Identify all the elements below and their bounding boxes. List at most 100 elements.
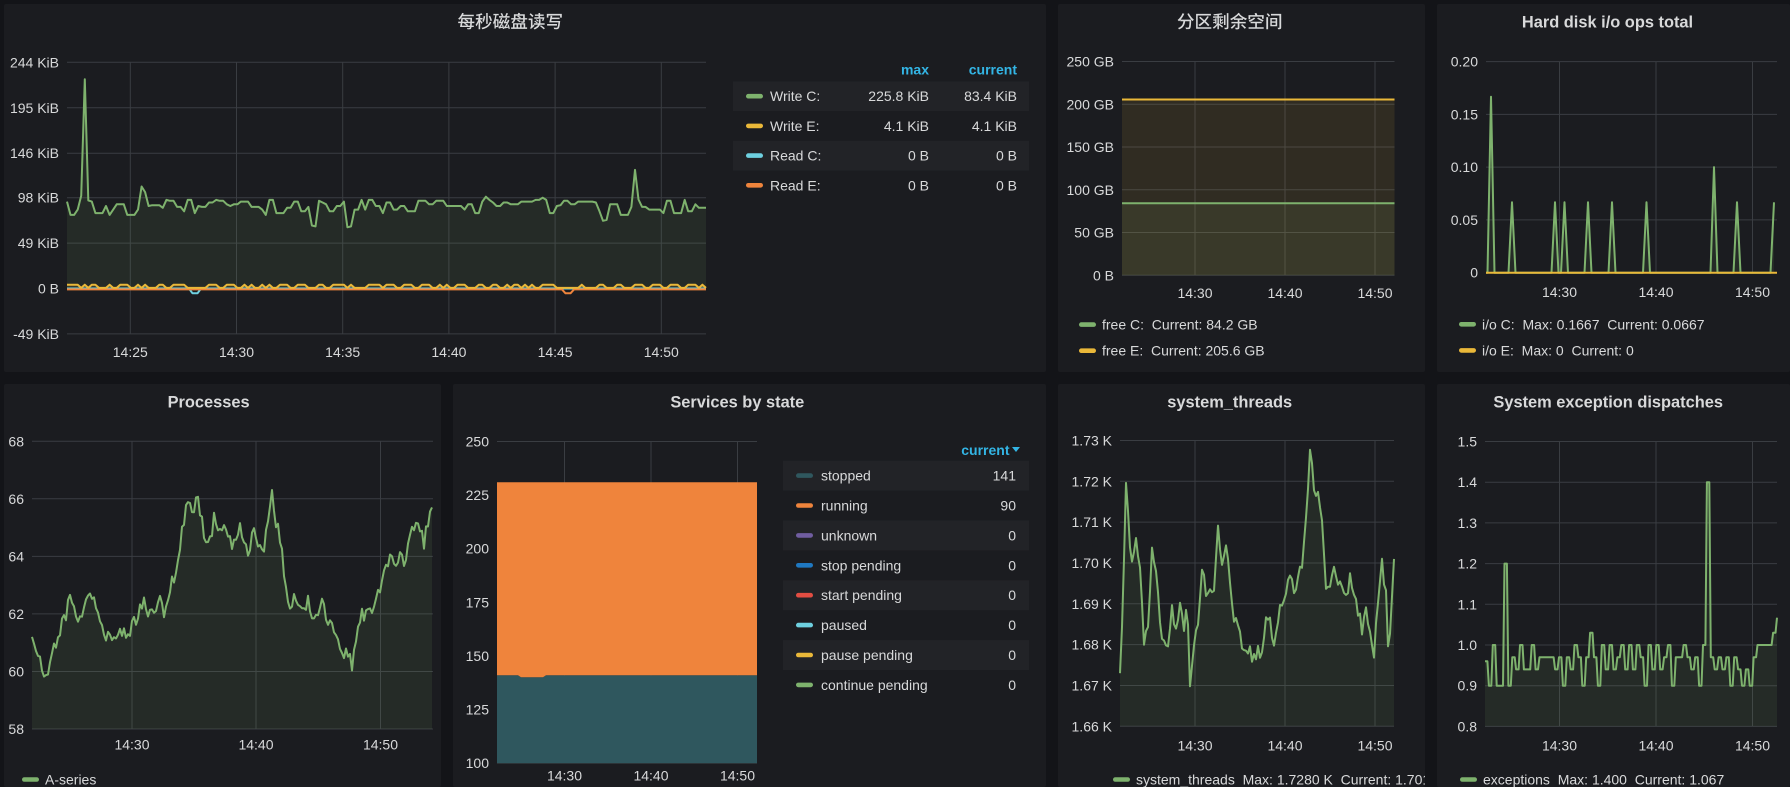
- svg-text:0: 0: [1008, 587, 1016, 603]
- svg-text:max: max: [901, 61, 929, 77]
- svg-text:0: 0: [1008, 557, 1016, 573]
- svg-text:64: 64: [8, 548, 24, 564]
- svg-text:150 GB: 150 GB: [1067, 139, 1114, 155]
- svg-text:225: 225: [466, 487, 490, 503]
- svg-text:195 KiB: 195 KiB: [10, 100, 59, 116]
- svg-text:start pending: start pending: [821, 587, 902, 603]
- svg-text:unknown: unknown: [821, 527, 877, 543]
- svg-text:1.1: 1.1: [1458, 596, 1478, 612]
- svg-text:14:40: 14:40: [431, 344, 466, 360]
- svg-text:stop pending: stop pending: [821, 557, 901, 573]
- svg-text:0.15: 0.15: [1451, 106, 1478, 122]
- svg-text:14:45: 14:45: [538, 344, 573, 360]
- svg-text:14:30: 14:30: [1177, 285, 1212, 301]
- svg-text:Services by state: Services by state: [670, 394, 804, 412]
- svg-text:14:30: 14:30: [114, 737, 149, 753]
- svg-text:Hard disk i/o ops total: Hard disk i/o ops total: [1522, 13, 1693, 31]
- svg-text:141: 141: [993, 468, 1017, 484]
- svg-text:14:50: 14:50: [1357, 285, 1392, 301]
- svg-text:1.68 K: 1.68 K: [1072, 637, 1113, 653]
- svg-text:14:50: 14:50: [1357, 737, 1392, 753]
- svg-text:1.72 K: 1.72 K: [1072, 473, 1113, 489]
- svg-text:58: 58: [8, 721, 24, 737]
- svg-text:14:35: 14:35: [325, 344, 360, 360]
- svg-text:Read C:: Read C:: [770, 148, 821, 164]
- svg-text:0: 0: [1008, 677, 1016, 693]
- svg-text:Write E:: Write E:: [770, 118, 820, 134]
- svg-text:14:25: 14:25: [113, 344, 148, 360]
- svg-text:100 GB: 100 GB: [1067, 182, 1114, 198]
- svg-text:60: 60: [8, 664, 24, 680]
- svg-text:90: 90: [1000, 498, 1016, 514]
- svg-text:1.3: 1.3: [1458, 515, 1478, 531]
- svg-text:Read E:: Read E:: [770, 177, 821, 193]
- svg-text:1.5: 1.5: [1458, 434, 1478, 450]
- svg-text:83.4 KiB: 83.4 KiB: [964, 88, 1017, 104]
- svg-text:68: 68: [8, 433, 24, 449]
- svg-text:free C: Current: 84.2 GB: free C: Current: 84.2 GB: [1102, 317, 1258, 333]
- svg-text:200: 200: [466, 541, 490, 557]
- svg-text:150: 150: [466, 648, 490, 664]
- svg-text:4.1 KiB: 4.1 KiB: [884, 118, 929, 134]
- svg-text:0: 0: [1470, 265, 1478, 281]
- svg-text:0: 0: [1008, 527, 1016, 543]
- svg-text:system_threads Max: 1.7280 K: system_threads Max: 1.7280 K Current: 1.…: [1136, 772, 1452, 787]
- svg-text:14:40: 14:40: [1267, 737, 1302, 753]
- svg-text:125: 125: [466, 702, 490, 718]
- svg-text:1.66 K: 1.66 K: [1072, 718, 1113, 734]
- svg-text:250: 250: [466, 434, 490, 450]
- svg-text:66: 66: [8, 491, 24, 507]
- svg-text:1.73 K: 1.73 K: [1072, 433, 1113, 449]
- svg-text:system_threads: system_threads: [1167, 394, 1292, 412]
- svg-text:14:50: 14:50: [720, 768, 755, 784]
- svg-text:1.69 K: 1.69 K: [1072, 596, 1113, 612]
- svg-text:100: 100: [466, 755, 490, 771]
- svg-text:175: 175: [466, 594, 490, 610]
- svg-text:0: 0: [1008, 617, 1016, 633]
- svg-text:62: 62: [8, 606, 24, 622]
- svg-text:14:50: 14:50: [1735, 284, 1770, 300]
- svg-text:stopped: stopped: [821, 468, 871, 484]
- svg-text:14:30: 14:30: [1542, 284, 1577, 300]
- svg-text:49 KiB: 49 KiB: [18, 235, 59, 251]
- svg-text:current: current: [969, 61, 1018, 77]
- svg-text:0 B: 0 B: [908, 148, 929, 164]
- svg-text:-49 KiB: -49 KiB: [13, 326, 59, 342]
- svg-text:1.71 K: 1.71 K: [1072, 514, 1113, 530]
- svg-text:14:40: 14:40: [1638, 737, 1673, 753]
- svg-text:1.0: 1.0: [1458, 637, 1478, 653]
- svg-text:14:40: 14:40: [238, 737, 273, 753]
- svg-text:0 B: 0 B: [996, 177, 1017, 193]
- svg-text:1.4: 1.4: [1458, 474, 1478, 490]
- svg-text:244 KiB: 244 KiB: [10, 54, 59, 70]
- svg-text:14:50: 14:50: [363, 737, 398, 753]
- svg-text:paused: paused: [821, 617, 867, 633]
- svg-text:1.2: 1.2: [1458, 556, 1478, 572]
- svg-text:225.8 KiB: 225.8 KiB: [868, 88, 929, 104]
- svg-text:0 B: 0 B: [1093, 267, 1114, 283]
- svg-text:200 GB: 200 GB: [1067, 96, 1114, 112]
- svg-text:0.9: 0.9: [1458, 678, 1478, 694]
- svg-text:14:40: 14:40: [633, 768, 668, 784]
- svg-text:continue pending: continue pending: [821, 677, 928, 693]
- svg-text:14:30: 14:30: [1542, 737, 1577, 753]
- svg-text:0 B: 0 B: [38, 281, 59, 297]
- svg-text:50 GB: 50 GB: [1074, 225, 1114, 241]
- svg-text:14:50: 14:50: [644, 344, 679, 360]
- svg-text:1.67 K: 1.67 K: [1072, 678, 1113, 694]
- svg-text:0: 0: [1008, 647, 1016, 663]
- svg-text:0.20: 0.20: [1451, 54, 1478, 70]
- svg-text:14:40: 14:40: [1267, 285, 1302, 301]
- svg-text:Processes: Processes: [168, 394, 250, 412]
- svg-text:running: running: [821, 498, 868, 514]
- svg-text:0 B: 0 B: [996, 148, 1017, 164]
- svg-text:current: current: [961, 442, 1010, 458]
- svg-text:i/o E: Max: 0 Current: 0: i/o E: Max: 0 Current: 0: [1482, 342, 1634, 358]
- svg-text:0.10: 0.10: [1451, 159, 1478, 175]
- svg-text:0.8: 0.8: [1458, 718, 1478, 734]
- svg-text:98 KiB: 98 KiB: [18, 190, 59, 206]
- svg-text:free E: Current: 205.6 GB: free E: Current: 205.6 GB: [1102, 343, 1265, 359]
- svg-text:0 B: 0 B: [908, 177, 929, 193]
- svg-text:System exception dispatches: System exception dispatches: [1493, 394, 1723, 412]
- svg-text:1.70 K: 1.70 K: [1072, 555, 1113, 571]
